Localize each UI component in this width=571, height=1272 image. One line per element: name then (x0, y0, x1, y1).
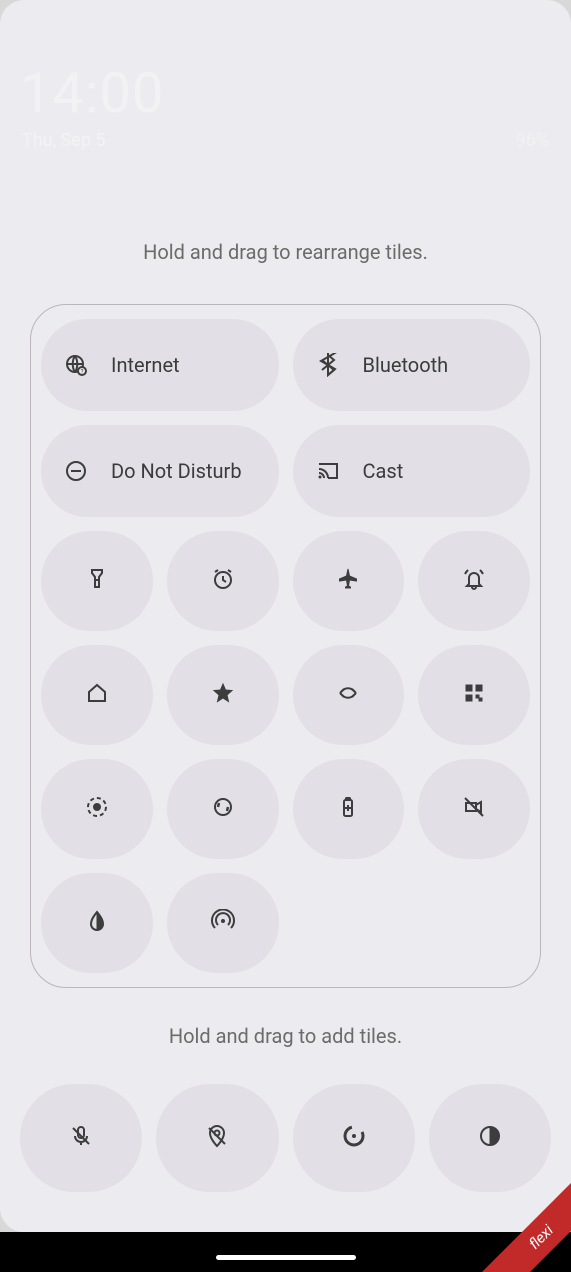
tile-autorotate[interactable] (293, 645, 405, 745)
alarm-icon (211, 567, 235, 595)
available-tiles-container (20, 1084, 551, 1192)
tile-cast[interactable]: Cast (293, 425, 531, 517)
tile-sync[interactable] (167, 759, 279, 859)
flashlight-icon (85, 567, 109, 595)
tile-micoff[interactable] (20, 1084, 142, 1192)
airplane-icon (336, 567, 360, 595)
tile-ring[interactable] (418, 531, 530, 631)
tile-datasaver[interactable] (293, 1084, 415, 1192)
datasaver-icon (342, 1124, 366, 1152)
tile-alarm[interactable] (167, 531, 279, 631)
tile-invert[interactable] (41, 873, 153, 973)
tile-batterysaver[interactable] (293, 759, 405, 859)
tile-favorite[interactable] (167, 645, 279, 745)
star-icon (211, 681, 235, 709)
active-tiles-container: ? Internet Bluetooth Do Not Disturb (30, 304, 541, 988)
tile-qrscan[interactable] (418, 645, 530, 745)
tile-locationoff[interactable] (156, 1084, 278, 1192)
tile-darktheme[interactable] (429, 1084, 551, 1192)
tile-flashlight[interactable] (41, 531, 153, 631)
lock-date: Thu, Sep 5 (22, 130, 106, 151)
tile-dnd[interactable]: Do Not Disturb (41, 425, 279, 517)
tile-cast-label: Cast (363, 459, 531, 483)
gesture-handle[interactable] (216, 1255, 356, 1260)
battery-plus-icon (336, 795, 360, 823)
record-icon (85, 795, 109, 823)
svg-text:?: ? (81, 369, 84, 376)
tile-internet[interactable]: ? Internet (41, 319, 279, 411)
mic-off-icon (69, 1124, 93, 1152)
qs-edit-screen: 14:00 Thu, Sep 5 96% Hold and drag to re… (0, 0, 571, 1232)
tile-home[interactable] (41, 645, 153, 745)
tile-bluetooth-label: Bluetooth (363, 353, 531, 377)
lock-battery: 96% (516, 130, 549, 151)
rotate-icon (336, 681, 360, 709)
tile-internet-label: Internet (111, 353, 279, 377)
tile-screenrecord[interactable] (41, 759, 153, 859)
hint-add: Hold and drag to add tiles. (0, 1024, 571, 1048)
cast-icon (293, 459, 363, 483)
dark-theme-icon (478, 1124, 502, 1152)
hotspot-icon (211, 909, 235, 937)
system-navbar (0, 1232, 571, 1272)
tile-cameraoff[interactable] (418, 759, 530, 859)
sync-icon (211, 795, 235, 823)
bluetooth-icon (293, 353, 363, 377)
bell-ring-icon (462, 567, 486, 595)
camera-off-icon (462, 795, 486, 823)
location-off-icon (205, 1124, 229, 1152)
tile-dnd-label: Do Not Disturb (111, 459, 279, 483)
globe-question-icon: ? (41, 353, 111, 377)
hint-rearrange: Hold and drag to rearrange tiles. (0, 240, 571, 264)
home-icon (85, 681, 109, 709)
tile-airplane[interactable] (293, 531, 405, 631)
qr-icon (462, 681, 486, 709)
tile-bluetooth[interactable]: Bluetooth (293, 319, 531, 411)
tile-hotspot[interactable] (167, 873, 279, 973)
dnd-icon (41, 459, 111, 483)
lock-time: 14:00 (20, 60, 164, 126)
invert-icon (85, 909, 109, 937)
